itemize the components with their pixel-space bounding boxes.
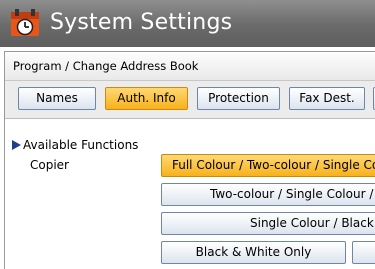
breadcrumb-bar: Program / Change Address Book xyxy=(5,52,375,81)
window-title: System Settings xyxy=(50,10,233,35)
main-panel: Program / Change Address Book Names Auth… xyxy=(4,51,375,269)
copier-option-two-colour[interactable]: Two-colour / Single Colour / Black & Whi… xyxy=(161,183,375,206)
triangle-marker-icon xyxy=(12,140,21,150)
available-functions-heading: Available Functions xyxy=(12,138,138,152)
copier-option-partial[interactable] xyxy=(352,241,375,264)
tab-bar: Names Auth. Info Protection Fax Dest. xyxy=(5,81,375,119)
tab-protection[interactable]: Protection xyxy=(197,87,280,110)
breadcrumb: Program / Change Address Book xyxy=(13,59,199,73)
section-label: Available Functions xyxy=(23,138,139,152)
tab-auth-info[interactable]: Auth. Info xyxy=(105,87,188,110)
tab-fax-dest[interactable]: Fax Dest. xyxy=(289,87,365,110)
copier-option-full-colour[interactable]: Full Colour / Two-colour / Single Colour xyxy=(161,154,375,177)
settings-app-icon xyxy=(11,9,39,36)
title-bar: System Settings xyxy=(0,0,375,47)
copier-option-single-colour[interactable]: Single Colour / Black & White xyxy=(161,212,375,235)
copier-label: Copier xyxy=(30,158,69,172)
copier-option-black-white-only[interactable]: Black & White Only xyxy=(161,241,346,264)
tab-names[interactable]: Names xyxy=(18,87,96,110)
